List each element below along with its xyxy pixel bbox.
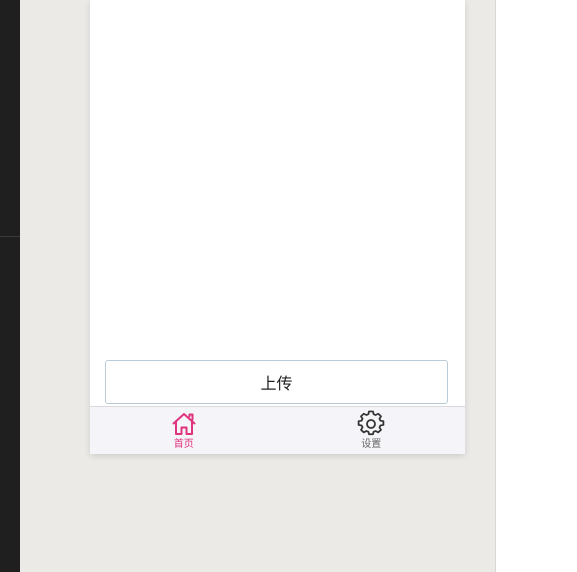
left-dark-panel (0, 0, 20, 572)
bottom-tab-bar: 首页 设置 (90, 406, 465, 454)
page-content: 上传 (90, 0, 465, 406)
home-icon (172, 413, 196, 435)
upload-button[interactable]: 上传 (105, 360, 448, 404)
phone-frame: 上传 首页 设置 (90, 0, 465, 454)
gear-icon (357, 410, 385, 436)
tab-home[interactable]: 首页 (90, 407, 278, 454)
preview-stage: 上传 首页 设置 (20, 0, 496, 572)
right-panel (496, 0, 577, 572)
panel-divider (0, 236, 20, 237)
tab-home-label: 首页 (173, 439, 194, 450)
tab-settings-label: 设置 (361, 439, 382, 450)
tab-settings[interactable]: 设置 (278, 407, 466, 454)
